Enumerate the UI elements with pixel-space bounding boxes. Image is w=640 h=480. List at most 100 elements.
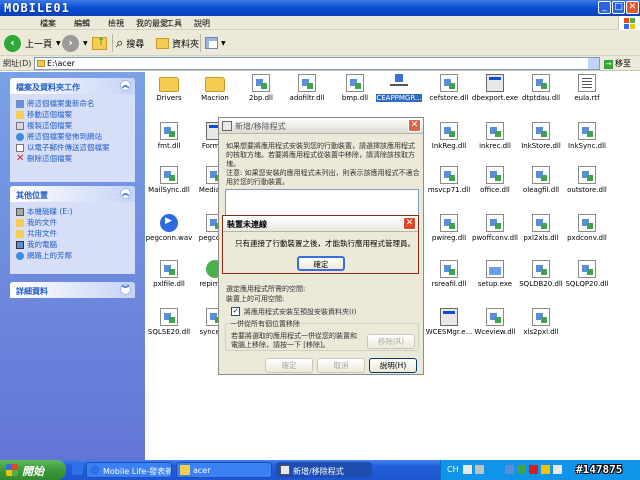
file-item[interactable]: eula.rtf [563,74,611,102]
forward-arrow-icon: › [62,34,79,52]
activesync-icon[interactable] [517,465,526,474]
file-item-selected[interactable]: CEAPPMGR... [375,74,423,102]
close-button[interactable]: ✕ [626,1,639,14]
task-rename[interactable]: 將這個檔案重新命名 [16,98,129,109]
collapse-icon[interactable]: ︽ [120,80,131,91]
taskbar-item-folder[interactable]: acer [176,462,272,478]
file-item[interactable]: adofiltr.dll [283,74,331,102]
menu-tools[interactable]: 工具 [166,18,182,29]
minimize-button[interactable]: _ [598,1,611,14]
alert-close-button[interactable]: ✕ [403,217,416,230]
file-item[interactable]: InkStore.dll [517,122,565,150]
file-item[interactable]: 2bp.dll [237,74,285,102]
file-item[interactable]: InkSync.dll [563,122,611,150]
file-item[interactable]: cefstore.dll [425,74,473,102]
file-item[interactable]: pegconn.wav [145,214,193,242]
file-item[interactable]: WCESMgr.e... [425,308,473,336]
start-button[interactable]: 開始 [0,460,66,480]
dll-file-icon [532,260,550,278]
dialog-close-button[interactable]: ✕ [408,119,421,132]
menu-file[interactable]: 檔案 [40,18,56,29]
file-item[interactable]: pxdconv.dll [563,214,611,242]
maximize-button[interactable]: □ [612,1,625,14]
place-my-computer[interactable]: 我的電腦 [16,239,129,250]
network-tray-icon[interactable] [505,465,514,474]
file-item[interactable]: pwoffconv.dll [471,214,519,242]
file-item[interactable]: MailSync.dll [145,166,193,194]
search-button[interactable]: ⌕ 搜尋 [116,33,144,53]
alert-ok-button[interactable]: 確定 [297,256,345,271]
volume-icon[interactable] [553,465,562,474]
taskbar-item-add-remove[interactable]: 新增/移除程式 [276,462,372,478]
taskbar-item-browser[interactable]: Mobile Life-發表新主... [86,462,172,478]
remove-button[interactable]: 移除(R) [367,334,415,349]
file-item[interactable]: SQLSE20.dll [145,308,193,336]
file-tasks-panel: 檔案及資料夾工作 ︽ 將這個檔案重新命名 移動這個檔案 複製這個檔案 將這個檔案… [10,78,135,182]
file-item[interactable]: oleagfil.dll [517,166,565,194]
file-item[interactable]: pxlfile.dll [145,260,193,288]
move-icon [16,110,24,119]
place-network[interactable]: 網路上的芳鄰 [16,250,129,261]
task-move[interactable]: 移動這個檔案 [16,109,129,120]
file-tasks-list: 將這個檔案重新命名 移動這個檔案 複製這個檔案 將這個檔案發佈到網站 以電子郵件… [10,94,135,168]
file-item[interactable]: pwireg.dll [425,214,473,242]
menu-favorites[interactable]: 我的最愛 [136,18,168,29]
expand-icon[interactable]: ︾ [120,284,131,295]
folders-label: 資料夾 [172,39,200,50]
file-item[interactable]: SQLDB20.dll [517,260,565,288]
tray-app-icon[interactable] [541,465,550,474]
place-shared-documents[interactable]: 共用文件 [16,228,129,239]
language-indicator[interactable]: CH [447,465,459,474]
menu-help[interactable]: 說明 [194,18,210,29]
file-item[interactable]: msvcp71.dll [425,166,473,194]
file-item[interactable]: xls2pxl.dll [517,308,565,336]
file-item[interactable]: setup.exe [471,260,519,288]
menu-edit[interactable]: 編輯 [74,18,90,29]
file-item[interactable]: dtptdau.dll [517,74,565,102]
file-item[interactable]: inkrec.dll [471,122,519,150]
address-input[interactable]: E:\acer [34,57,600,70]
go-button[interactable]: → 移至 [604,58,631,69]
file-tasks-header[interactable]: 檔案及資料夾工作 ︽ [10,78,135,94]
file-item[interactable]: fmt.dll [145,122,193,150]
place-my-documents[interactable]: 我的文件 [16,217,129,228]
back-button[interactable]: ‹ 上一頁 ▼ [4,33,61,53]
place-local-disk[interactable]: 本機磁碟 (E:) [16,206,129,217]
antivirus-icon[interactable] [529,465,538,474]
task-email[interactable]: 以電子郵件傳送這個檔案 [16,142,129,153]
file-item[interactable]: pxl2xls.dll [517,214,565,242]
place-label: 本機磁碟 (E:) [27,207,73,216]
file-item[interactable]: rsreafil.dll [425,260,473,288]
views-button[interactable]: ▼ [205,33,226,53]
file-item[interactable]: Drivers [145,74,193,102]
cancel-button[interactable]: 取消 [317,358,365,373]
task-copy[interactable]: 複製這個檔案 [16,120,129,131]
task-publish[interactable]: 將這個檔案發佈到網站 [16,131,129,142]
menu-view[interactable]: 檢視 [108,18,124,29]
file-item[interactable]: outstore.dll [563,166,611,194]
up-folder-button[interactable]: ↑ [92,33,107,53]
file-item[interactable]: office.dll [471,166,519,194]
details-header[interactable]: 詳細資料 ︾ [10,282,135,298]
file-item[interactable]: Macrion [191,74,239,102]
file-item[interactable]: dbexport.exe [471,74,519,102]
file-item[interactable]: SQLQP20.dll [563,260,611,288]
file-label: fmt.dll [157,142,181,150]
other-places-header[interactable]: 其他位置 ︽ [10,186,135,202]
ok-button[interactable]: 確定 [265,358,313,373]
ime-icon[interactable] [463,465,472,474]
exe-file-icon [486,74,504,92]
task-delete[interactable]: ✕ 刪除這個檔案 [16,153,129,164]
address-dropdown-button[interactable] [588,58,599,69]
help-button[interactable]: 說明(H) [369,358,417,373]
install-default-folder-checkbox[interactable]: ✓ [231,307,240,316]
file-item[interactable]: InkReg.dll [425,122,473,150]
back-label: 上一頁 [25,39,53,50]
folders-button[interactable]: 資料夾 [156,33,199,53]
file-item[interactable]: bmp.dll [331,74,379,102]
forward-button[interactable]: › ▼ [62,33,88,53]
collapse-icon[interactable]: ︽ [120,188,131,199]
keyboard-icon[interactable] [475,465,484,474]
ie-quicklaunch-icon[interactable] [72,464,83,475]
file-item[interactable]: Wceview.dll [471,308,519,336]
